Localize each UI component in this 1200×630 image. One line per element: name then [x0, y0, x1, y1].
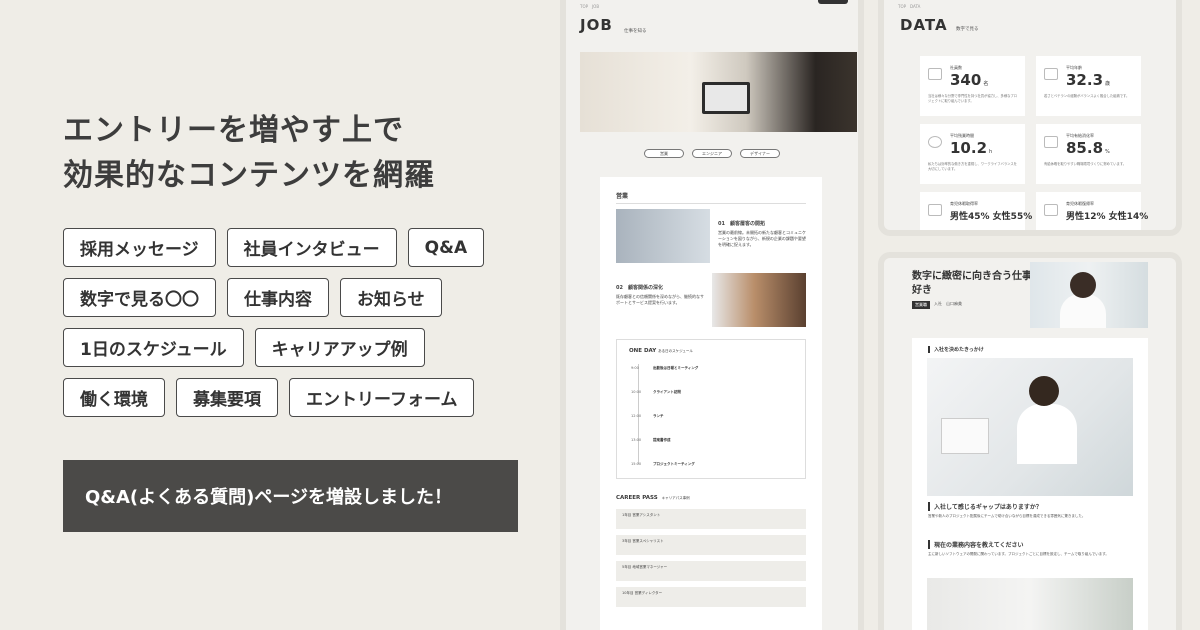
tag-daily-schedule: 1日のスケジュール: [63, 328, 244, 367]
tag-career-up: キャリアアップ例: [254, 328, 425, 367]
menu-button[interactable]: [818, 0, 848, 4]
content-tag-list: 採用メッセージ 社員インタビュー Q&A 数字で見る〇〇 仕事内容 お知らせ 1…: [63, 228, 533, 428]
career-step: 10年目 営業ディレクター: [616, 587, 806, 607]
stat-value: 男性12% 女性14%: [1066, 212, 1149, 222]
job-item-2-text: 既存顧客との信頼関係を深めながら、継続的なサポートとサービス提案を行います。: [616, 294, 704, 305]
people-icon: [928, 68, 942, 80]
page-subtitle: 数字で見る: [956, 27, 979, 32]
schedule-row: 13:00 提案書作成: [631, 438, 671, 442]
stat-card: 育児休暇取得率 男性45% 女性55%: [920, 192, 1032, 230]
headline: エントリーを増やす上で 効果的なコンテンツを網羅: [63, 108, 435, 198]
badge-icon: [1044, 204, 1058, 216]
section-label: 入社を決めたきっかけ: [928, 346, 984, 353]
tag-row: 採用メッセージ 社員インタビュー Q&A: [63, 228, 533, 267]
breadcrumb: TOP DATA: [898, 4, 921, 9]
tag-work-environment: 働く環境: [63, 378, 165, 417]
headline-line2: 効果的なコンテンツを網羅: [63, 158, 435, 193]
schedule-row: 12:00 ランチ: [631, 414, 664, 418]
stat-card: 平均年齢 32.3 歳 若さとベテランの経験がバランスよく融合した組織です。: [1036, 56, 1141, 116]
stat-value: 32.3 歳: [1066, 71, 1111, 89]
stat-label: 育児休暇取得率: [950, 201, 978, 206]
question-1: 入社して感じるギャップはありますか？: [928, 502, 1042, 511]
stat-card: 社員数 340 名 当社は様々な分野で専門性を持つ社員が協力し、多様なプロジェクト…: [920, 56, 1025, 116]
handshake-photo: [712, 273, 806, 327]
stat-value: 10.2 h: [950, 139, 993, 157]
role-badge: 営業職: [912, 301, 930, 309]
stat-label: 育児休暇復帰率: [1066, 201, 1094, 206]
career-step: 5年目 地域営業マネージャー: [616, 561, 806, 581]
stat-desc: 有給休暇を取りやすい職場環境づくりに努めています。: [1044, 162, 1127, 166]
stat-desc: 私たちは効率的な働き方を重視し、ワークライフバランスを大切にしています。: [928, 162, 1017, 171]
data-page-preview: TOP DATA DATA 数字で見る 社員数 340 名 当社は様々な分野で専門…: [884, 0, 1176, 230]
tag-job-requirements: 募集要項: [176, 378, 278, 417]
stat-value: 340 名: [950, 71, 989, 89]
office-photo: [927, 358, 1133, 496]
job-page-preview: TOP JOB JOB 仕事を知る 営業 エンジニア デザイナー 営業 01 顧…: [566, 0, 858, 630]
job-section-panel: 営業 01 顧客層客の開拓 営業の最前線。未開拓の新たな顧客とコミュニケーション…: [600, 177, 822, 630]
one-day-title: ONE DAY ある日のスケジュール: [629, 348, 693, 354]
stat-value: 85.8%: [1066, 139, 1110, 157]
stat-value: 男性45% 女性55%: [950, 212, 1033, 222]
schedule-row: 9:00 出勤後は日報とミーティング: [631, 366, 699, 370]
stat-card: 平均残業時間 10.2 h 私たちは効率的な働き方を重視し、ワークライフバランスを…: [920, 124, 1025, 184]
family-icon: [928, 204, 942, 216]
tag-row: 働く環境 募集要項 エントリーフォーム: [63, 378, 533, 417]
id-card-icon: [1044, 68, 1058, 80]
page-title: DATA: [900, 16, 948, 34]
schedule-row: 15:00 プロジェクトミーティング: [631, 462, 695, 466]
answer-1: 営業や新人のプロジェクト配属後にチームで助け合いながら目標を達成できる雰囲気に驚…: [928, 514, 1086, 518]
tag-row: 1日のスケジュール キャリアアップ例: [63, 328, 533, 367]
interview-title: 数字に緻密に向き合う仕事が好き: [912, 271, 1042, 296]
tag-recruit-message: 採用メッセージ: [63, 228, 216, 267]
tab-sales[interactable]: 営業: [644, 149, 684, 158]
page-title: JOB: [580, 16, 613, 34]
meeting-photo: [616, 209, 710, 263]
interview-page-preview: 数字に緻密に向き合う仕事が好き 営業職 入社 山口麻美 入社を決めたきっかけ 入…: [884, 258, 1176, 630]
breadcrumb: TOP JOB: [580, 4, 600, 9]
interviewee-meta: 入社 山口麻美: [934, 301, 962, 306]
career-step: 3年目 営業スペシャリスト: [616, 535, 806, 555]
career-step: 1年目 営業アシスタント: [616, 509, 806, 529]
job-tabs: 営業 エンジニア デザイナー: [644, 149, 780, 158]
answer-2: 主に新しいソフトウェアの開発に関わっています。プロジェクトごとに目標を設定し、チ…: [928, 552, 1109, 556]
calendar-icon: [1044, 136, 1058, 148]
announcement-banner: Q&A(よくある質問)ページを増設しました！: [63, 460, 518, 532]
tag-row: 数字で見る〇〇 仕事内容 お知らせ: [63, 278, 533, 317]
stat-desc: 若さとベテランの経験がバランスよく融合した組織です。: [1044, 94, 1130, 98]
job-item-2: 02 顧客関係の深化 既存顧客との信頼関係を深めながら、継続的なサポートとサービ…: [616, 285, 704, 306]
schedule-row: 10:00 クライアント訪問: [631, 390, 681, 394]
question-2: 現在の業務内容を教えてください: [928, 540, 1024, 549]
laptop-icon: [702, 82, 750, 114]
job-item-1: 01 顧客層客の開拓 営業の最前線。未開拓の新たな顧客とコミュニケーションを図り…: [718, 221, 806, 248]
job-item-1-title: 01 顧客層客の開拓: [718, 221, 765, 227]
stat-card: 平均有給消化率 85.8% 有給休暇を取りやすい職場環境づくりに努めています。: [1036, 124, 1141, 184]
tag-by-numbers: 数字で見る〇〇: [63, 278, 216, 317]
tab-engineer[interactable]: エンジニア: [692, 149, 732, 158]
interviewee-portrait: [1030, 262, 1148, 328]
stat-card: 育児休暇復帰率 男性12% 女性14%: [1036, 192, 1148, 230]
career-pass-title: CAREER PASS キャリアパス事例: [616, 495, 690, 501]
headline-line1: エントリーを増やす上で: [63, 113, 404, 148]
tag-entry-form: エントリーフォーム: [289, 378, 475, 417]
clock-icon: [928, 136, 942, 148]
hero-image: [580, 52, 857, 132]
tab-designer[interactable]: デザイナー: [740, 149, 780, 158]
tag-qa: Q&A: [407, 228, 485, 267]
section-title: 営業: [616, 193, 629, 200]
job-item-2-title: 02 顧客関係の深化: [616, 285, 663, 291]
one-day-schedule: ONE DAY ある日のスケジュール 9:00 出勤後は日報とミーティング 10:…: [616, 339, 806, 479]
tag-news: お知らせ: [340, 278, 442, 317]
tag-employee-interview: 社員インタビュー: [226, 228, 397, 267]
tag-job-content: 仕事内容: [227, 278, 329, 317]
divider: [616, 203, 806, 204]
interview-panel: 入社を決めたきっかけ 入社して感じるギャップはありますか？ 営業や新人のプロジェ…: [912, 338, 1148, 630]
monitor-icon: [941, 418, 989, 454]
job-item-1-text: 営業の最前線。未開拓の新たな顧客とコミュニケーションを図りながら、新規の企業の課…: [718, 230, 806, 247]
page-subtitle: 仕事を知る: [624, 29, 647, 34]
stat-desc: 当社は様々な分野で専門性を持つ社員が協力し、多様なプロジェクトに取り組んでいます…: [928, 94, 1018, 103]
workspace-photo: [927, 578, 1133, 630]
